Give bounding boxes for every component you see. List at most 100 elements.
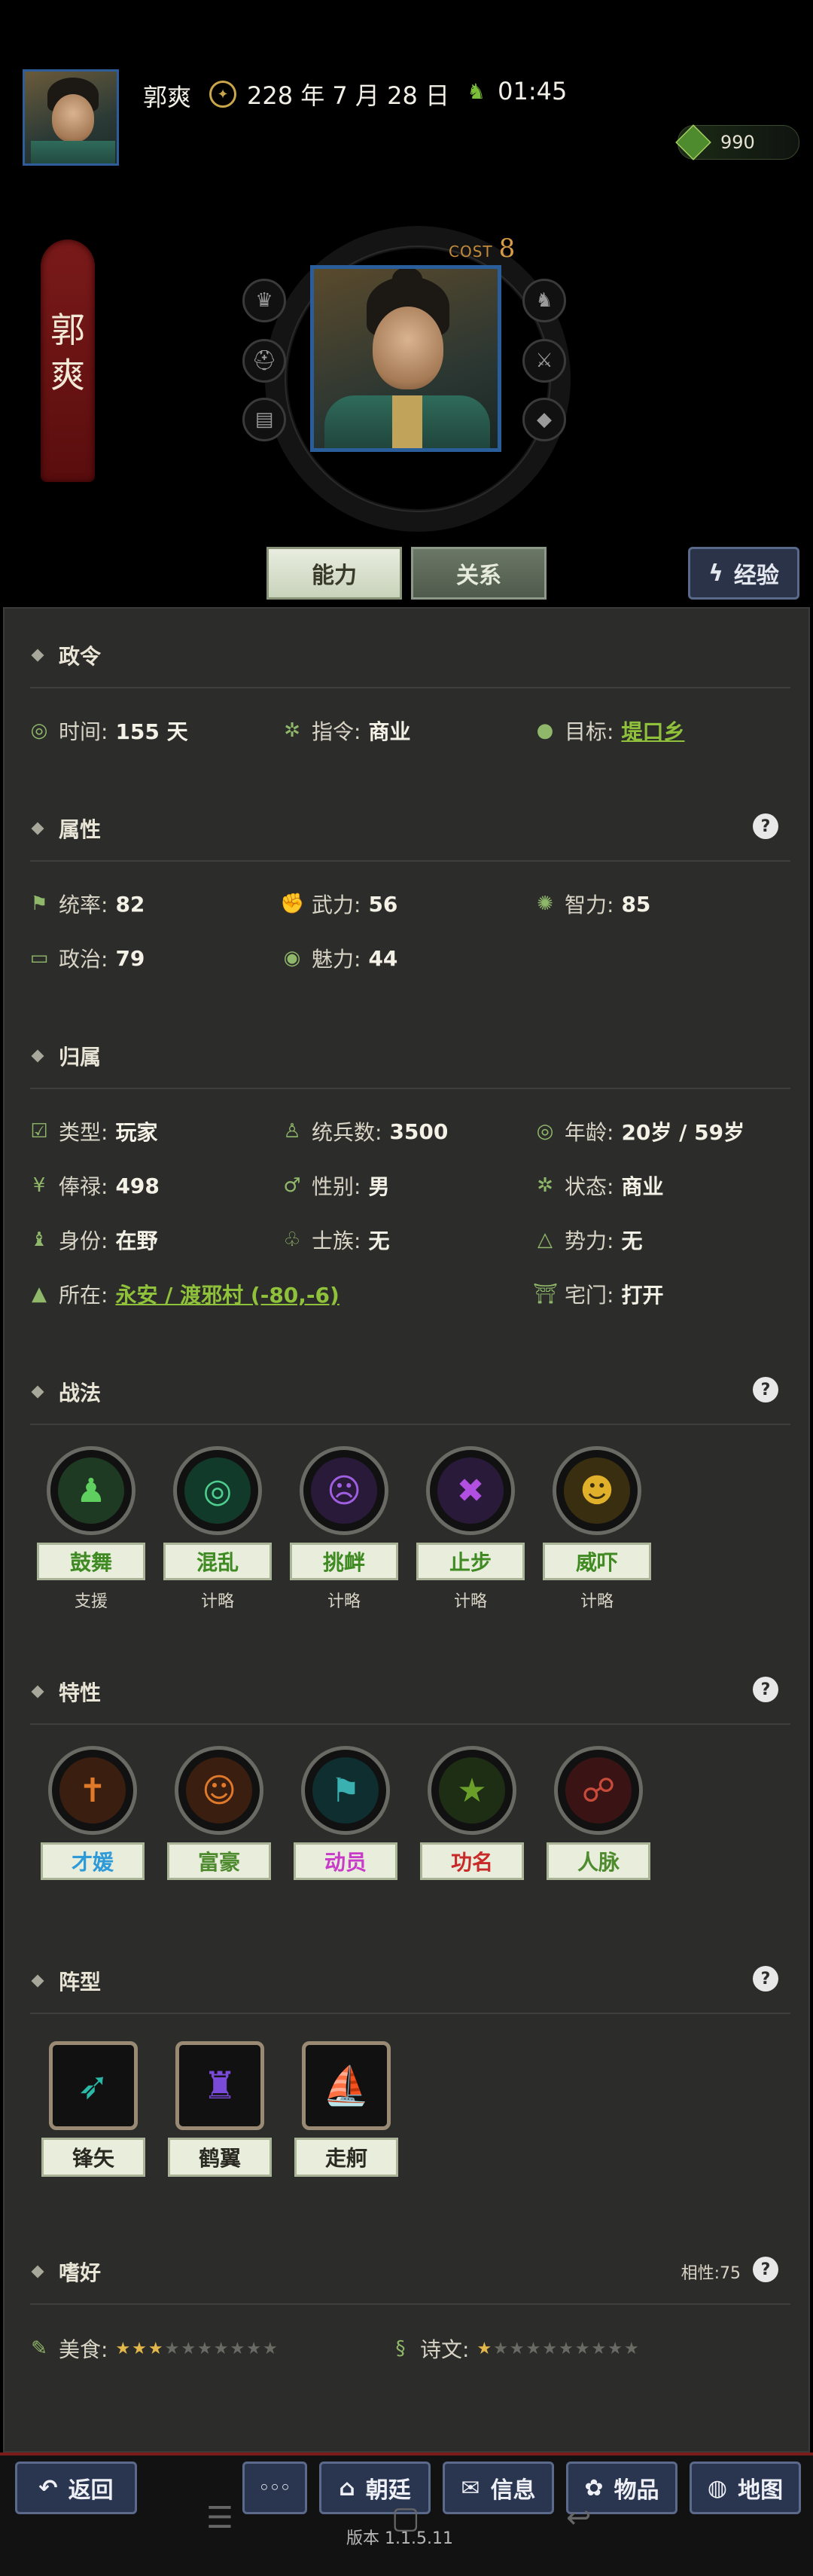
crane-formation-icon: ♜	[175, 2041, 264, 2130]
tab-ability[interactable]: 能力	[266, 547, 402, 600]
section-attributes-title: 属性	[31, 813, 101, 844]
officer-portrait[interactable]	[310, 265, 501, 452]
game-date: ✦ 228 年 7 月 28 日	[209, 77, 449, 111]
tab-relations[interactable]: 关系	[411, 547, 547, 600]
helmet-icon[interactable]: ⛑	[242, 339, 286, 383]
hobby-poetry: § 诗文: ★★★★★★★★★★	[388, 2333, 641, 2364]
trait-item[interactable]: ☍ 人脉	[542, 1746, 655, 1880]
section-belonging-title: 归属	[31, 1041, 101, 1071]
status-icon: ✲	[537, 1174, 553, 1197]
scholar-cap-icon[interactable]: ◆	[522, 398, 566, 441]
tactics-help-icon[interactable]: ?	[753, 1377, 778, 1402]
back-icon: ↶	[38, 2474, 58, 2501]
more-button[interactable]: ◦◦◦	[242, 2462, 307, 2514]
attr-intellect: ✺ 智力: 85	[533, 889, 650, 919]
trait-item[interactable]: ⚑ 动员	[289, 1746, 402, 1880]
trait-item[interactable]: ★ 功名	[416, 1746, 528, 1880]
belong-faction: △ 势力: 无	[533, 1225, 642, 1255]
tactic-item[interactable]: ◎ 混乱 计略	[161, 1446, 274, 1612]
attr-force: ✊ 武力: 56	[280, 891, 398, 918]
poetry-icon: §	[395, 2337, 406, 2360]
name-banner: 郭 爽	[41, 240, 95, 482]
flag-icon: ⚑	[30, 893, 48, 915]
hobbies-help-icon[interactable]: ?	[753, 2257, 778, 2282]
target-link[interactable]: 堤口乡	[621, 716, 684, 746]
brain-icon: ✺	[537, 893, 553, 915]
belong-gate: ⛩ 宅门: 打开	[533, 1283, 664, 1308]
map-button[interactable]: ◍ 地图	[690, 2462, 801, 2514]
merit-icon: ★	[439, 1757, 505, 1824]
section-tactics-title: 战法	[31, 1377, 101, 1407]
weapon-icon[interactable]: ⚔	[522, 339, 566, 383]
swirl-icon: ◎	[184, 1457, 251, 1524]
section-policy-title: 政令	[31, 640, 101, 670]
intimidate-icon: ☻	[564, 1457, 630, 1524]
policy-time: ◎ 时间: 155 天	[27, 716, 188, 746]
attr-command: ⚑ 统率: 82	[27, 889, 145, 919]
formation-item[interactable]: ♜ 鹤翼	[167, 2041, 273, 2177]
gender-icon: ♂	[283, 1174, 301, 1197]
camp-icon: ▲	[32, 1283, 47, 1305]
back-button[interactable]: ↶ 返回	[15, 2462, 137, 2514]
tactic-item[interactable]: ☻ 威吓 计略	[540, 1446, 653, 1612]
tactic-item[interactable]: ♟ 鼓舞 支援	[35, 1446, 148, 1612]
trait-item[interactable]: ☺ 富豪	[163, 1746, 276, 1880]
bag-icon: ✿	[584, 2474, 604, 2501]
tactic-item[interactable]: ☹ 挑衅 计略	[288, 1446, 400, 1612]
arrow-formation-icon: ➶	[49, 2041, 138, 2130]
resource-value: 990	[720, 132, 755, 153]
chat-icon: ✉	[461, 2474, 480, 2501]
traits-help-icon[interactable]: ?	[753, 1677, 778, 1702]
info-panel: 政令 ◎ 时间: 155 天 ✲ 指令: 商业 ● 目标: 堤口乡 属性 ? ⚑ 统率: 82 …	[3, 607, 810, 2452]
formation-item[interactable]: ➶ 锋矢	[41, 2041, 146, 2177]
info-button[interactable]: ✉ 信息	[443, 2462, 554, 2514]
talent-icon: ✝	[59, 1757, 126, 1824]
eye-icon: ◉	[283, 947, 301, 969]
cost-value: 8	[498, 233, 516, 264]
cost-label: COST	[449, 243, 493, 261]
system-menu-icon[interactable]: ☰	[206, 2501, 233, 2535]
policy-target: ● 目标: 堤口乡	[533, 716, 685, 746]
player-avatar[interactable]	[23, 69, 119, 166]
location-link[interactable]: 永安 / 渡邪村 (-80,-6)	[115, 1279, 339, 1309]
belong-salary: ¥ 俸禄: 498	[27, 1170, 160, 1201]
book-icon[interactable]: ▤	[242, 398, 286, 441]
horse-icon: ♞	[467, 78, 486, 104]
scroll-icon: ▭	[29, 947, 49, 969]
halt-icon: ✖	[437, 1457, 504, 1524]
belong-age: ◎ 年龄: 20岁 / 59岁	[533, 1116, 744, 1146]
attributes-help-icon[interactable]: ?	[753, 813, 778, 839]
belong-status: ✲ 状态: 商业	[533, 1170, 663, 1201]
date-text: 228 年 7 月 28 日	[247, 81, 450, 110]
belong-location: ▲ 所在: 永安 / 渡邪村 (-80,-6)	[27, 1279, 340, 1309]
section-formation-title: 阵型	[31, 1966, 101, 1996]
belong-identity: ♝ 身份: 在野	[27, 1225, 157, 1255]
faction-icon: △	[537, 1228, 553, 1251]
experience-label: 经验	[733, 563, 779, 589]
system-home-icon[interactable]: ▢	[391, 2501, 420, 2535]
formation-help-icon[interactable]: ?	[753, 1966, 778, 1992]
coin-icon: ¥	[32, 1174, 46, 1197]
lightning-icon: ϟ	[708, 560, 723, 587]
resource-counter[interactable]: 990	[675, 124, 799, 160]
age-icon: ◎	[536, 1120, 554, 1143]
belong-gender: ♂ 性别: 男	[280, 1170, 389, 1201]
attr-politics: ▭ 政治: 79	[27, 943, 145, 973]
banner-char-2: 爽	[50, 355, 85, 395]
horse-head-icon[interactable]: ♞	[522, 279, 566, 322]
boat-formation-icon: ⛵	[302, 2041, 391, 2130]
trait-item[interactable]: ✝ 才媛	[36, 1746, 149, 1880]
tactic-item[interactable]: ✖ 止步 计略	[414, 1446, 527, 1612]
formation-item[interactable]: ⛵ 走舸	[294, 2041, 399, 2177]
system-back-icon[interactable]: ↩	[566, 2501, 592, 2535]
globe-icon: ◍	[707, 2474, 728, 2501]
experience-button[interactable]: ϟ 经验	[688, 547, 799, 600]
player-name: 郭爽	[143, 83, 192, 111]
gem-icon	[675, 124, 711, 160]
belong-type: ☑ 类型: 玩家	[27, 1116, 157, 1146]
attr-charm: ◉ 魅力: 44	[280, 943, 398, 973]
crown-icon[interactable]: ♛	[242, 279, 286, 322]
food-stars: ★★★★★★★★★★	[115, 2339, 279, 2358]
gate-icon: ⛩	[533, 1283, 559, 1305]
time-text: 01:45	[498, 77, 568, 105]
